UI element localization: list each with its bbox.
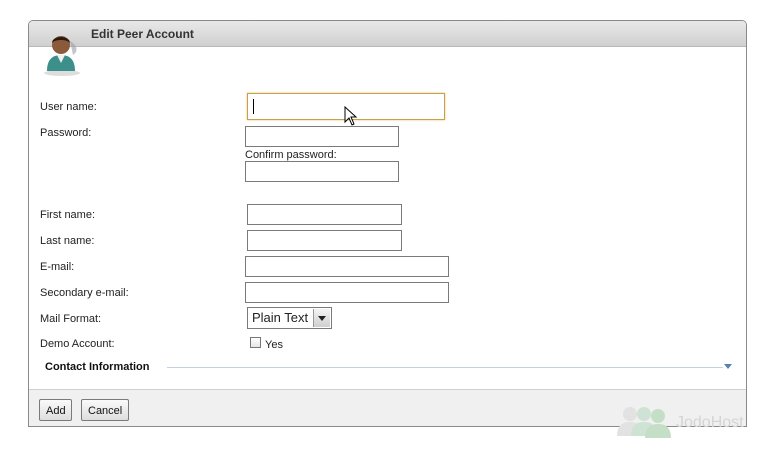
contact-information-header[interactable]: Contact Information xyxy=(45,361,150,373)
firstname-input[interactable] xyxy=(247,204,402,225)
secondary-email-input[interactable] xyxy=(245,282,449,303)
users-logo-icon xyxy=(617,407,671,438)
expand-arrow-icon[interactable] xyxy=(724,364,732,369)
confirm-password-input[interactable] xyxy=(245,161,399,182)
text-caret xyxy=(253,99,254,114)
demo-account-checkbox[interactable] xyxy=(250,337,261,348)
jodohost-watermark: JodoHost xyxy=(614,404,764,440)
password-label: Password: xyxy=(40,127,92,139)
section-divider xyxy=(167,367,723,368)
username-label: User name: xyxy=(40,101,97,113)
email-label: E-mail: xyxy=(40,261,75,273)
confirm-password-label: Confirm password: xyxy=(245,149,337,161)
username-input[interactable] xyxy=(247,93,445,126)
mail-format-selected-value: Plain Text xyxy=(252,310,309,325)
dropdown-arrow-icon[interactable] xyxy=(313,309,330,327)
user-avatar-icon xyxy=(44,36,80,76)
demo-account-label: Demo Account: xyxy=(40,338,115,350)
jodohost-text: JodoHost xyxy=(676,414,744,431)
lastname-label: Last name: xyxy=(40,235,95,247)
mail-format-label: Mail Format: xyxy=(40,313,102,325)
mouse-pointer-icon xyxy=(344,106,358,126)
panel-titlebar: Edit Peer Account xyxy=(29,21,746,47)
add-button[interactable]: Add xyxy=(39,399,72,421)
demo-account-yes-label: Yes xyxy=(265,339,283,351)
firstname-label: First name: xyxy=(40,209,96,221)
secondary-email-label: Secondary e-mail: xyxy=(40,287,129,299)
password-input[interactable] xyxy=(245,126,399,147)
cancel-button[interactable]: Cancel xyxy=(81,399,129,421)
panel-title: Edit Peer Account xyxy=(91,27,194,41)
lastname-input[interactable] xyxy=(247,230,402,251)
edit-peer-account-panel: Edit Peer Account User name: Password: C… xyxy=(28,20,747,427)
mail-format-select[interactable]: Plain Text xyxy=(247,307,332,329)
email-input[interactable] xyxy=(245,256,449,277)
